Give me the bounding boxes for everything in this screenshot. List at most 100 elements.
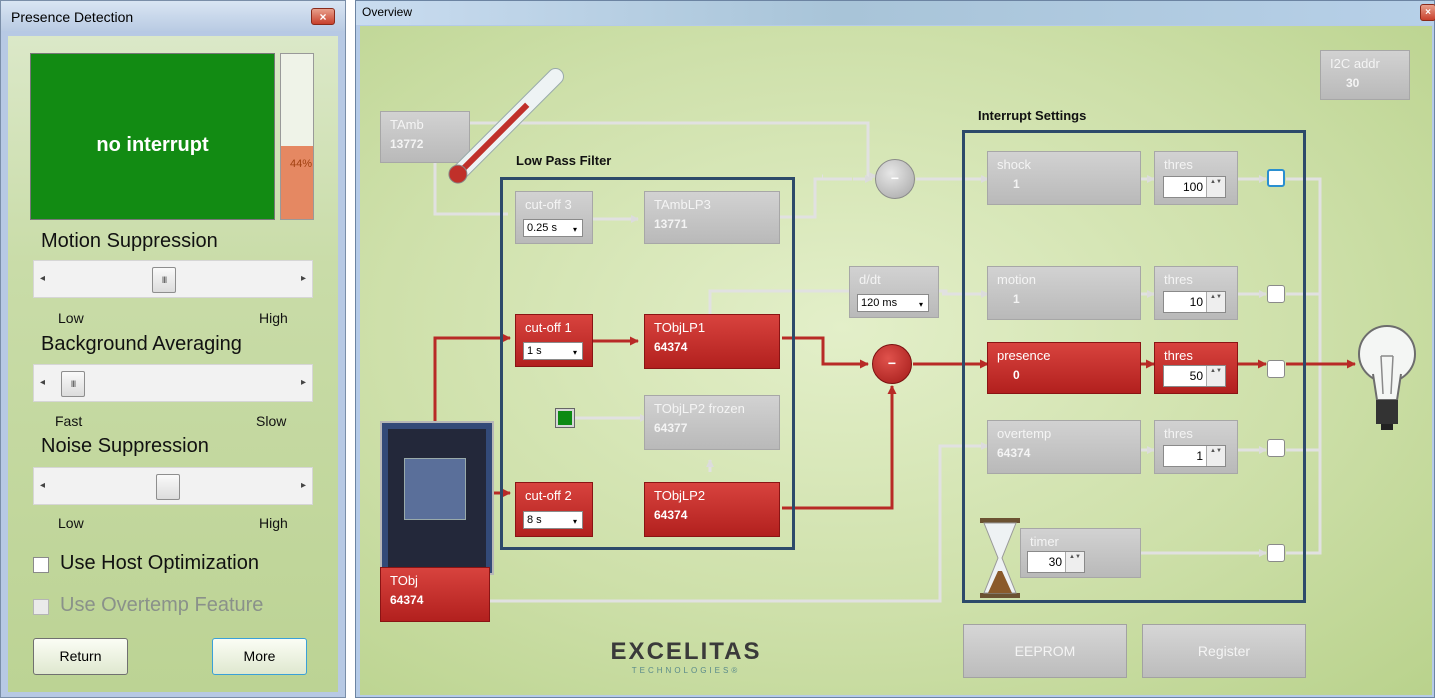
background-averaging-label: Background Averaging bbox=[41, 333, 242, 355]
slider-thumb[interactable] bbox=[156, 474, 180, 500]
window-title: Presence Detection bbox=[11, 9, 134, 25]
return-button[interactable]: Return bbox=[33, 638, 128, 675]
presence-value: 0 bbox=[1013, 368, 1020, 382]
tobjlp2-value: 64374 bbox=[654, 508, 688, 522]
shock-thres-spinner[interactable]: 100 ▲▼ bbox=[1163, 176, 1226, 198]
noise-suppression-slider[interactable]: ◂ ▸ bbox=[33, 467, 313, 505]
chevron-down-icon: ▾ bbox=[572, 225, 577, 234]
overview-canvas: I2C addr 30 TAmb 13772 TObj 64374 Low Pa… bbox=[360, 26, 1432, 695]
background-averaging-slider[interactable]: ◂ III ▸ bbox=[33, 364, 313, 402]
timer-spinner[interactable]: 30 ▲▼ bbox=[1027, 551, 1085, 573]
close-icon[interactable]: × bbox=[311, 8, 335, 25]
cutoff-3-value: 0.25 s bbox=[527, 222, 557, 234]
averaging-fast-label: Fast bbox=[55, 413, 83, 429]
thres-label: thres bbox=[1164, 157, 1193, 172]
noise-high-label: High bbox=[259, 515, 288, 531]
motion-suppression-label: Motion Suppression bbox=[41, 230, 218, 252]
ddt-dropdown[interactable]: 120 ms ▾ bbox=[857, 294, 929, 312]
chevron-down-icon: ▾ bbox=[918, 300, 923, 309]
slider-thumb[interactable]: III bbox=[152, 267, 176, 293]
chevron-down-icon: ▾ bbox=[572, 348, 577, 357]
motion-thres-block: thres 10 ▲▼ bbox=[1154, 266, 1238, 320]
arrow-left-icon[interactable]: ◂ bbox=[40, 480, 45, 491]
arrow-left-icon[interactable]: ◂ bbox=[40, 273, 45, 284]
overtemp-value: 64374 bbox=[997, 446, 1031, 460]
overtemp-thres-value: 1 bbox=[1196, 449, 1203, 463]
more-button[interactable]: More bbox=[212, 638, 307, 675]
register-button[interactable]: Register bbox=[1142, 624, 1306, 678]
overtemp-feature-checkbox bbox=[33, 599, 49, 615]
level-percent: 44% bbox=[289, 158, 312, 170]
presence-thres-spinner[interactable]: 50 ▲▼ bbox=[1163, 365, 1226, 387]
shock-thres-block: thres 100 ▲▼ bbox=[1154, 151, 1238, 205]
shock-output-indicator[interactable] bbox=[1267, 169, 1285, 187]
thermometer-icon bbox=[448, 68, 564, 184]
overview-window: Overview × I2C addr 30 TAmb 13772 TObj 6… bbox=[355, 0, 1435, 698]
cutoff-3-block: cut-off 3 0.25 s ▾ bbox=[515, 191, 593, 244]
cutoff-1-label: cut-off 1 bbox=[525, 320, 572, 335]
eeprom-button[interactable]: EEPROM bbox=[963, 624, 1127, 678]
overtemp-thres-spinner[interactable]: 1 ▲▼ bbox=[1163, 445, 1226, 467]
cutoff-3-label: cut-off 3 bbox=[525, 197, 572, 212]
spin-arrows-icon[interactable]: ▲▼ bbox=[1206, 177, 1225, 197]
subtract-node-object: − bbox=[872, 344, 912, 384]
tobjlp2-frozen-block: TObjLP2 frozen 64377 bbox=[644, 395, 780, 450]
overtemp-feature-label: Use Overtemp Feature bbox=[60, 594, 264, 616]
i2c-label: I2C addr bbox=[1330, 56, 1380, 71]
overtemp-output-indicator[interactable] bbox=[1267, 439, 1285, 457]
cutoff-3-dropdown[interactable]: 0.25 s ▾ bbox=[523, 219, 583, 237]
tobj-label: TObj bbox=[390, 573, 418, 588]
arrow-right-icon[interactable]: ▸ bbox=[301, 377, 306, 388]
spin-arrows-icon[interactable]: ▲▼ bbox=[1206, 292, 1225, 312]
overtemp-block: overtemp 64374 bbox=[987, 420, 1141, 474]
arrow-left-icon[interactable]: ◂ bbox=[40, 377, 45, 388]
motion-suppression-slider[interactable]: ◂ III ▸ bbox=[33, 260, 313, 298]
timer-block: timer 30 ▲▼ bbox=[1020, 528, 1141, 578]
tobj-value: 64374 bbox=[390, 593, 424, 607]
presence-detection-window: Presence Detection × no interrupt 44% Mo… bbox=[0, 0, 346, 698]
arrow-right-icon[interactable]: ▸ bbox=[301, 480, 306, 491]
i2c-value: 30 bbox=[1346, 76, 1360, 90]
spin-arrows-icon[interactable]: ▲▼ bbox=[1065, 552, 1084, 572]
freeze-indicator-led[interactable] bbox=[555, 408, 575, 428]
cutoff-2-dropdown[interactable]: 8 s ▾ bbox=[523, 511, 583, 529]
cutoff-1-dropdown[interactable]: 1 s ▾ bbox=[523, 342, 583, 360]
interrupt-status-text: no interrupt bbox=[96, 134, 209, 156]
close-icon[interactable]: × bbox=[1420, 4, 1435, 21]
cutoff-1-value: 1 s bbox=[527, 345, 542, 357]
ddt-label: d/dt bbox=[859, 272, 881, 287]
cutoff-1-block: cut-off 1 1 s ▾ bbox=[515, 314, 593, 367]
noise-low-label: Low bbox=[58, 515, 84, 531]
arrow-right-icon[interactable]: ▸ bbox=[301, 273, 306, 284]
logo-main-text: EXCELITAS bbox=[610, 638, 762, 665]
cutoff-2-label: cut-off 2 bbox=[525, 488, 572, 503]
motion-thres-spinner[interactable]: 10 ▲▼ bbox=[1163, 291, 1226, 313]
motion-value: 1 bbox=[1013, 292, 1020, 306]
motion-label: motion bbox=[997, 272, 1037, 287]
tobj-box: TObj 64374 bbox=[380, 567, 490, 622]
tobjlp2-label: TObjLP2 bbox=[654, 488, 706, 503]
motion-block: motion 1 bbox=[987, 266, 1141, 320]
title-bar: Presence Detection × bbox=[1, 1, 345, 31]
tobjlp2-frozen-label: TObjLP2 frozen bbox=[654, 401, 745, 416]
tamblp3-value: 13771 bbox=[654, 217, 688, 231]
tobjlp2-block: TObjLP2 64374 bbox=[644, 482, 780, 537]
excelitas-logo: EXCELITAS TECHNOLOGIES® bbox=[596, 638, 776, 675]
host-optimization-checkbox[interactable] bbox=[33, 557, 49, 573]
slider-thumb[interactable]: III bbox=[61, 371, 85, 397]
i2c-address-box[interactable]: I2C addr 30 bbox=[1320, 50, 1410, 100]
ddt-value: 120 ms bbox=[861, 297, 898, 309]
spin-arrows-icon[interactable]: ▲▼ bbox=[1206, 366, 1225, 386]
motion-output-indicator[interactable] bbox=[1267, 285, 1285, 303]
tobjlp2-frozen-value: 64377 bbox=[654, 421, 688, 435]
thres-label: thres bbox=[1164, 426, 1193, 441]
presence-output-indicator[interactable] bbox=[1267, 360, 1285, 378]
host-optimization-label: Use Host Optimization bbox=[60, 552, 259, 574]
tamblp3-label: TAmbLP3 bbox=[654, 197, 711, 212]
cutoff-2-value: 8 s bbox=[527, 514, 542, 526]
spin-arrows-icon[interactable]: ▲▼ bbox=[1206, 446, 1225, 466]
overtemp-label: overtemp bbox=[997, 426, 1052, 441]
tamblp3-block: TAmbLP3 13771 bbox=[644, 191, 780, 244]
timer-output-indicator[interactable] bbox=[1267, 544, 1285, 562]
presence-thres-block: thres 50 ▲▼ bbox=[1154, 342, 1238, 394]
